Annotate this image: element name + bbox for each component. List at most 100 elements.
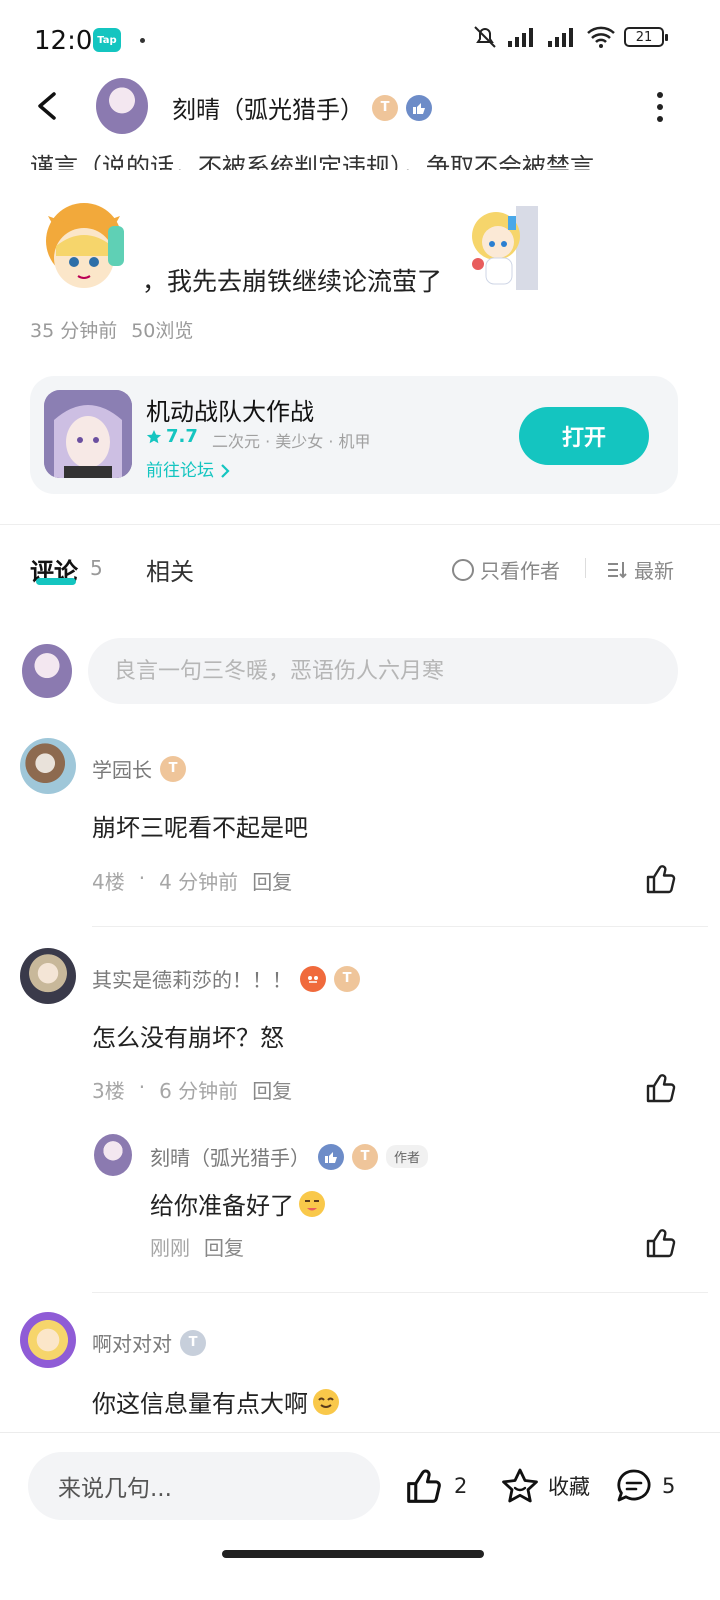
like-count: 2 <box>454 1474 468 1498</box>
comment-divider <box>92 926 708 927</box>
shiba-sticker-image <box>34 196 134 296</box>
post-time: 35 分钟前 <box>30 320 118 342</box>
section-divider <box>0 524 720 525</box>
signal-icon-2 <box>548 28 573 47</box>
favorite-button[interactable]: 收藏 <box>500 1466 590 1506</box>
like-button[interactable] <box>644 1071 678 1105</box>
game-card[interactable]: 机动战队大作战 7.7 二次元 · 美少女 · 机甲 前往论坛 打开 <box>30 376 678 494</box>
wifi-icon <box>587 26 615 48</box>
comment-text-row: 你这信息量有点大啊 <box>92 1384 340 1419</box>
commenter-name: 啊对对对 <box>92 1332 172 1356</box>
only-author-toggle[interactable]: 只看作者 <box>452 555 560 584</box>
reply-avatar[interactable] <box>94 1134 132 1176</box>
reply-button[interactable]: 回复 <box>252 1075 292 1104</box>
comment-floor: 4楼 <box>92 870 125 894</box>
comment-meta: 4楼 · 4 分钟前 回复 <box>92 866 293 895</box>
chevron-left-icon <box>38 92 56 120</box>
star-outline-icon <box>502 1468 538 1503</box>
reply-author-info[interactable]: 刻晴（弧光猎手） T 作者 <box>150 1142 429 1171</box>
post-text: ，我先去崩铁继续论流萤了 <box>142 267 443 296</box>
comment-meta: 3楼 · 6 分钟前 回复 <box>92 1075 293 1104</box>
game-icon <box>44 390 132 478</box>
level-badge-icon: T <box>372 94 398 121</box>
tab-active-indicator <box>36 578 76 585</box>
comment-text: 怎么没有崩坏？怒 <box>92 1024 284 1052</box>
like-button[interactable] <box>644 862 678 896</box>
star-icon <box>146 429 162 443</box>
thumbs-up-badge-icon <box>406 94 432 121</box>
author-name: 刻晴（弧光猎手） <box>172 96 364 124</box>
forum-link[interactable]: 前往论坛 <box>146 456 231 481</box>
game-title: 机动战队大作战 <box>146 398 314 426</box>
status-icons: 21 <box>472 24 668 50</box>
thumbs-up-icon <box>407 1469 441 1503</box>
level-badge-icon: T <box>160 755 186 782</box>
comment-text: 你这信息量有点大啊 <box>92 1390 308 1418</box>
reply-text-row: 给你准备好了 <box>150 1186 326 1221</box>
commenter-name: 学园长 <box>92 758 152 782</box>
commenter-avatar[interactable] <box>20 738 76 794</box>
comment-floor: 3楼 <box>92 1079 125 1103</box>
comment-input[interactable] <box>88 638 678 704</box>
reply-author-name: 刻晴（弧光猎手） <box>150 1146 310 1170</box>
sort-button[interactable]: 最新 <box>606 555 674 584</box>
reply-meta: 刚刚 回复 <box>150 1232 244 1261</box>
thumbs-up-icon <box>646 1229 676 1258</box>
chevron-right-icon <box>221 464 230 478</box>
commenter-info[interactable]: 啊对对对 T <box>92 1328 206 1357</box>
mask-badge-icon <box>300 965 326 992</box>
commenter-avatar[interactable] <box>20 948 76 1004</box>
comments-count: 5 <box>90 556 103 580</box>
tab-related[interactable]: 相关 <box>146 552 194 587</box>
filter-divider <box>585 558 586 578</box>
game-tags: 二次元 · 美少女 · 机甲 <box>212 432 371 451</box>
comment-time: 6 分钟前 <box>159 1079 239 1103</box>
post-meta: 35 分钟前 50浏览 <box>30 316 193 343</box>
thumbs-up-badge-icon <box>318 1143 344 1170</box>
thumbs-up-icon <box>646 865 676 894</box>
home-indicator[interactable] <box>222 1550 484 1558</box>
thumbs-up-icon <box>646 1074 676 1103</box>
commenter-info[interactable]: 学园长 T <box>92 754 186 783</box>
reply-time: 刚刚 <box>150 1236 190 1260</box>
smiling-face-emoji-icon <box>313 1388 339 1415</box>
level-badge-icon: T <box>334 965 360 992</box>
author-info[interactable]: 刻晴（弧光猎手） T <box>172 90 432 125</box>
comment-divider <box>92 1292 708 1293</box>
peeking-girl-sticker-image <box>464 206 540 290</box>
commenter-avatar[interactable] <box>20 1312 76 1368</box>
tap-app-icon: Tap <box>93 28 121 52</box>
comment-bubble-icon <box>617 1469 651 1502</box>
comment-time: 4 分钟前 <box>159 870 239 894</box>
open-game-button[interactable]: 打开 <box>519 407 649 465</box>
back-button[interactable] <box>28 86 68 126</box>
reply-text: 给你准备好了 <box>150 1192 294 1220</box>
author-tag: 作者 <box>386 1145 429 1168</box>
post-text-clipped: 谨言（说的话，不被系统判定违规），争取不会被禁言 <box>30 153 594 170</box>
radio-icon <box>452 558 474 581</box>
mute-bell-icon <box>474 26 496 48</box>
level-badge-icon: T <box>180 1329 206 1356</box>
favorite-label: 收藏 <box>548 1475 590 1499</box>
post-views: 50浏览 <box>131 320 194 342</box>
comments-button[interactable]: 5 <box>614 1466 675 1506</box>
level-badge-icon: T <box>352 1143 378 1170</box>
commenter-name: 其实是德莉莎的！！！ <box>92 968 292 992</box>
game-rating: 7.7 <box>146 426 198 447</box>
signal-icon <box>508 28 533 47</box>
bottom-comment-input[interactable]: 来说几句... <box>28 1452 380 1520</box>
reply-button[interactable]: 回复 <box>252 866 292 895</box>
comment-text: 崩坏三呢看不起是吧 <box>92 814 308 842</box>
notification-dot <box>140 38 145 43</box>
battery-icon: 21 <box>624 27 668 47</box>
comment-count: 5 <box>662 1474 676 1498</box>
like-button[interactable] <box>644 1226 678 1260</box>
more-options-button[interactable] <box>648 92 672 122</box>
sort-icon <box>608 561 627 578</box>
post-like-button[interactable]: 2 <box>404 1466 467 1506</box>
commenter-info[interactable]: 其实是德莉莎的！！！ T <box>92 964 360 993</box>
author-avatar[interactable] <box>96 78 148 134</box>
my-avatar <box>22 644 72 698</box>
sly-face-emoji-icon <box>299 1190 325 1217</box>
reply-button[interactable]: 回复 <box>204 1232 244 1261</box>
